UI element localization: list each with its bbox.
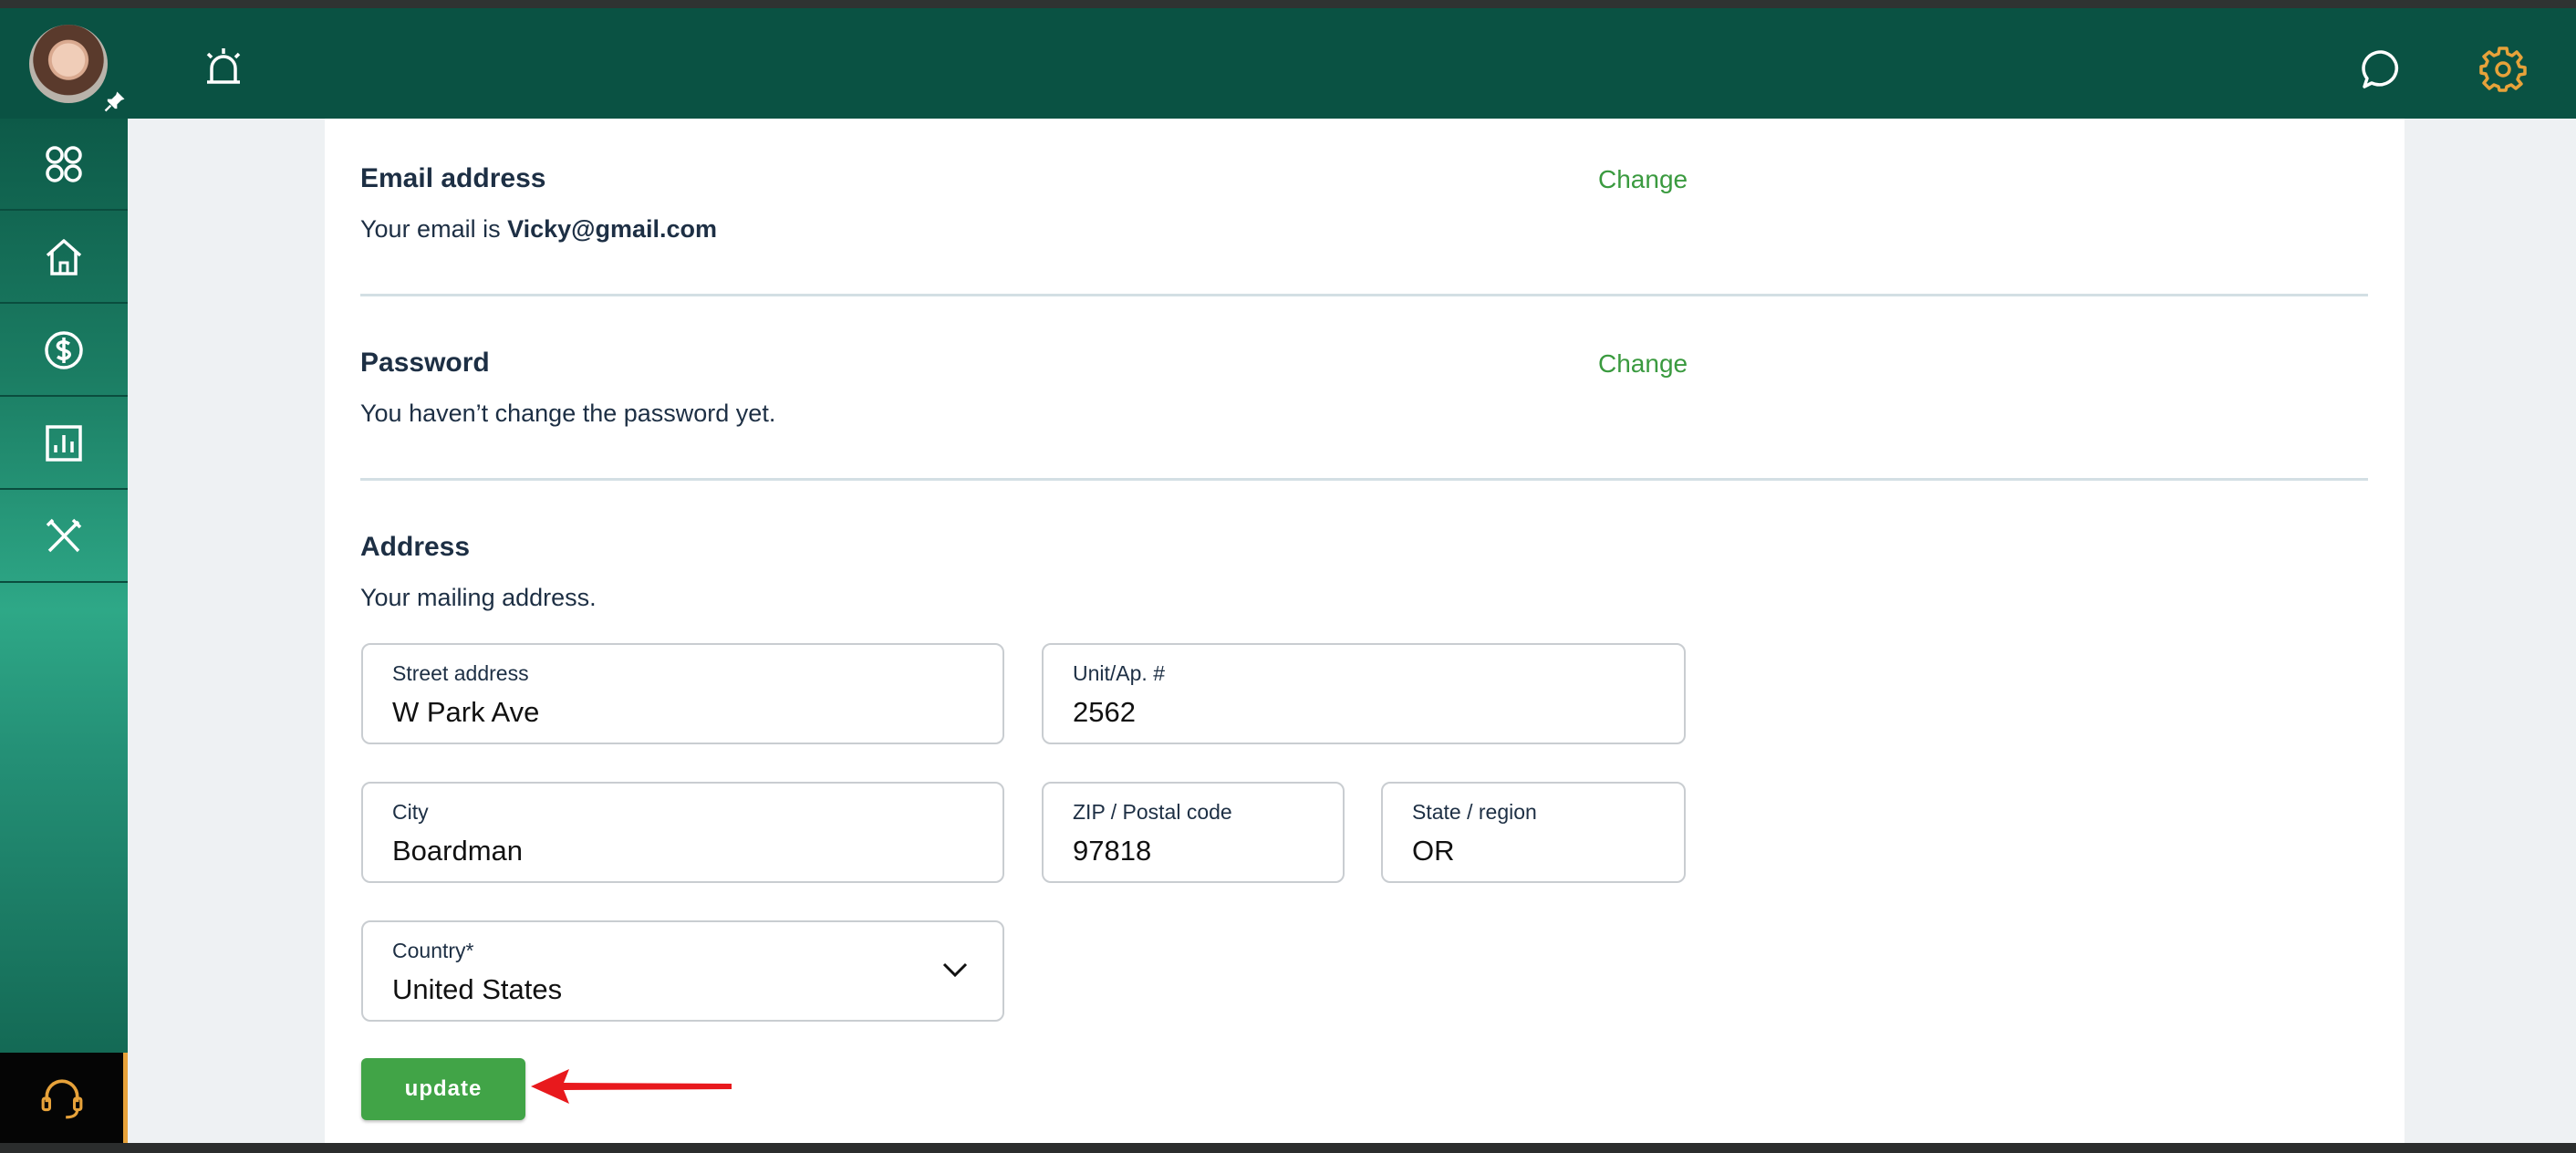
password-description: You haven’t change the password yet. [360, 400, 776, 427]
chat-icon[interactable] [2359, 47, 2405, 92]
window-bottom-edge [0, 1143, 2576, 1153]
divider [360, 294, 2368, 296]
sidebar [0, 119, 128, 1143]
alarm-light-icon[interactable] [201, 45, 246, 90]
bar-chart-icon [46, 424, 82, 462]
sidebar-item-reports[interactable] [0, 398, 128, 490]
street-address-value: W Park Ave [392, 696, 540, 728]
support-button[interactable] [0, 1053, 128, 1143]
state-label: State / region [1412, 800, 1537, 824]
state-field[interactable]: State / region OR [1381, 782, 1686, 883]
unit-field[interactable]: Unit/Ap. # 2562 [1042, 643, 1686, 744]
sidebar-item-apps[interactable] [0, 119, 128, 211]
unit-label: Unit/Ap. # [1073, 661, 1165, 685]
avatar[interactable] [27, 23, 109, 105]
state-value: OR [1412, 835, 1455, 867]
street-address-label: Street address [392, 661, 529, 685]
headset-icon [41, 1078, 82, 1118]
sidebar-item-home[interactable] [0, 212, 128, 304]
update-button[interactable]: update [361, 1058, 525, 1120]
country-select[interactable]: Country* United States [361, 920, 1004, 1022]
sidebar-item-tools[interactable] [0, 491, 128, 583]
address-section-title: Address [360, 532, 471, 562]
gear-icon[interactable] [2479, 45, 2527, 92]
unit-value: 2562 [1073, 696, 1136, 728]
password-section-title: Password [360, 348, 490, 378]
pin-icon[interactable] [102, 88, 128, 114]
country-label: Country* [392, 939, 474, 962]
city-field[interactable]: City Boardman [361, 782, 1004, 883]
red-arrow-annotation [531, 1069, 732, 1104]
change-email-link[interactable]: Change [1598, 165, 1688, 194]
home-icon [46, 238, 82, 275]
tools-icon [46, 518, 82, 552]
email-value: Vicky@gmail.com [507, 215, 718, 243]
city-label: City [392, 800, 429, 824]
street-address-field[interactable]: Street address W Park Ave [361, 643, 1004, 744]
divider [360, 478, 2368, 481]
email-section-title: Email address [360, 163, 546, 193]
email-description: Your email is Vicky@gmail.com [360, 215, 717, 244]
country-value: United States [392, 973, 563, 1005]
chevron-down-icon [942, 962, 968, 978]
email-prefix: Your email is [360, 215, 508, 243]
sidebar-item-payments[interactable] [0, 305, 128, 397]
top-header-bar [0, 8, 2576, 119]
zip-value: 97818 [1073, 835, 1152, 867]
change-password-link[interactable]: Change [1598, 349, 1688, 379]
city-value: Boardman [392, 835, 524, 867]
dollar-icon [45, 330, 83, 369]
address-description: Your mailing address. [360, 584, 597, 611]
zip-field[interactable]: ZIP / Postal code 97818 [1042, 782, 1345, 883]
zip-label: ZIP / Postal code [1073, 800, 1232, 824]
apps-grid-icon [46, 145, 82, 182]
window-top-edge [0, 0, 2576, 8]
